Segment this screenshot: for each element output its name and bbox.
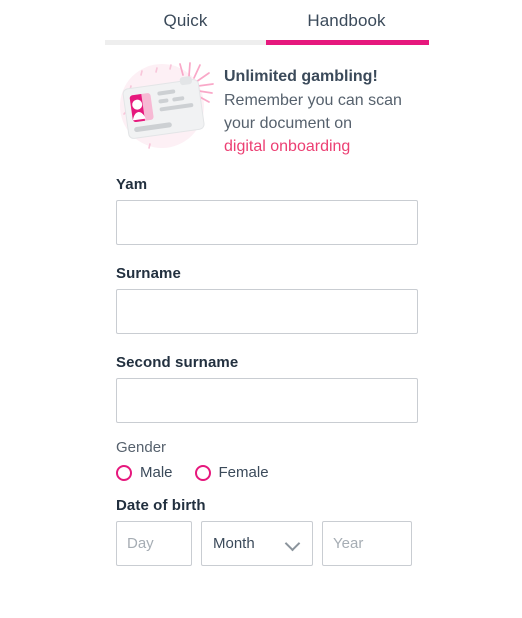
field-gender: Gender Male Female: [116, 439, 418, 481]
registration-form-page: Quick Handbook Unlimited gambling! Remem…: [0, 0, 522, 618]
tab-quick[interactable]: Quick: [105, 0, 266, 42]
name-input[interactable]: [116, 200, 418, 245]
name-label: Yam: [116, 176, 148, 193]
field-date-of-birth: Date of birth Month: [116, 497, 418, 566]
digital-onboarding-link[interactable]: digital onboarding: [224, 135, 350, 158]
banner-line-1: Remember you can scan: [224, 92, 402, 109]
date-of-birth-row: Month: [116, 521, 418, 566]
gender-option-female[interactable]: Female: [194, 464, 269, 481]
tab-active-underline: [266, 40, 429, 45]
surname-label: Surname: [116, 265, 181, 282]
banner-text: Unlimited gambling! Remember you can sca…: [218, 60, 402, 158]
scan-document-banner: Unlimited gambling! Remember you can sca…: [112, 60, 422, 158]
tab-bar: Quick Handbook: [105, 0, 429, 46]
banner-line-2: your document on: [224, 115, 353, 132]
banner-title: Unlimited gambling!: [224, 68, 378, 85]
second-surname-label: Second surname: [116, 354, 239, 371]
tab-labels: Quick Handbook: [105, 0, 429, 42]
field-surname: Surname: [116, 265, 418, 334]
gender-option-male-label: Male: [140, 464, 173, 481]
dob-month-value: Month: [213, 535, 255, 552]
gender-label: Gender: [116, 439, 167, 456]
field-name: Yam: [116, 176, 418, 245]
id-card-scan-icon: [112, 60, 218, 156]
dob-year-input[interactable]: [322, 521, 412, 566]
personal-details-form: Yam Surname Second surname Gender Male F…: [116, 176, 418, 572]
second-surname-input[interactable]: [116, 378, 418, 423]
gender-option-male[interactable]: Male: [116, 464, 173, 481]
gender-option-female-label: Female: [218, 464, 269, 481]
gender-radio-group: Male Female: [116, 464, 418, 481]
date-of-birth-label: Date of birth: [116, 497, 206, 514]
field-second-surname: Second surname: [116, 354, 418, 423]
dob-month-select[interactable]: Month: [201, 521, 313, 566]
surname-input[interactable]: [116, 289, 418, 334]
dob-day-input[interactable]: [116, 521, 192, 566]
chevron-down-icon: [284, 535, 301, 551]
radio-circle-icon: [194, 464, 211, 481]
radio-circle-icon: [116, 464, 132, 481]
tab-handbook[interactable]: Handbook: [266, 0, 427, 42]
